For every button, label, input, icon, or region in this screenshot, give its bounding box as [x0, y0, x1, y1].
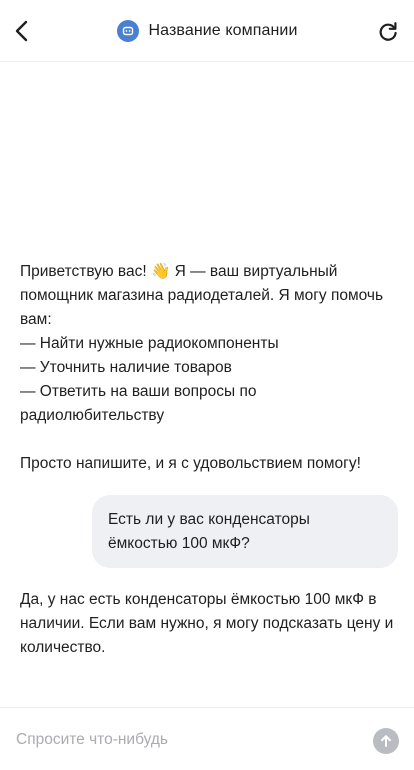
bot-message-text: Да, у нас есть конденсаторы ёмкостью 100…: [20, 591, 394, 656]
bot-message: Приветствую вас! 👋 Я — ваш виртуальный п…: [20, 260, 400, 476]
bot-icon: [122, 26, 133, 36]
user-message-bubble: Есть ли у вас конденсаторы ёмкостью 100 …: [92, 495, 398, 568]
message-composer: [0, 707, 414, 770]
send-button[interactable]: [373, 728, 399, 754]
bot-message: Да, у нас есть конденсаторы ёмкостью 100…: [20, 588, 400, 660]
page-title: Название компании: [148, 22, 298, 39]
arrow-up-icon: [381, 735, 391, 747]
refresh-icon: [379, 22, 397, 41]
chat-header: Название компании: [0, 0, 414, 62]
header-title-group: Название компании: [0, 18, 414, 44]
refresh-button[interactable]: [372, 14, 404, 48]
bot-message-text: Приветствую вас! 👋 Я — ваш виртуальный п…: [20, 263, 384, 472]
bot-avatar: [116, 20, 139, 42]
chat-messages: Приветствую вас! 👋 Я — ваш виртуальный п…: [0, 63, 414, 706]
message-input[interactable]: [16, 726, 356, 754]
